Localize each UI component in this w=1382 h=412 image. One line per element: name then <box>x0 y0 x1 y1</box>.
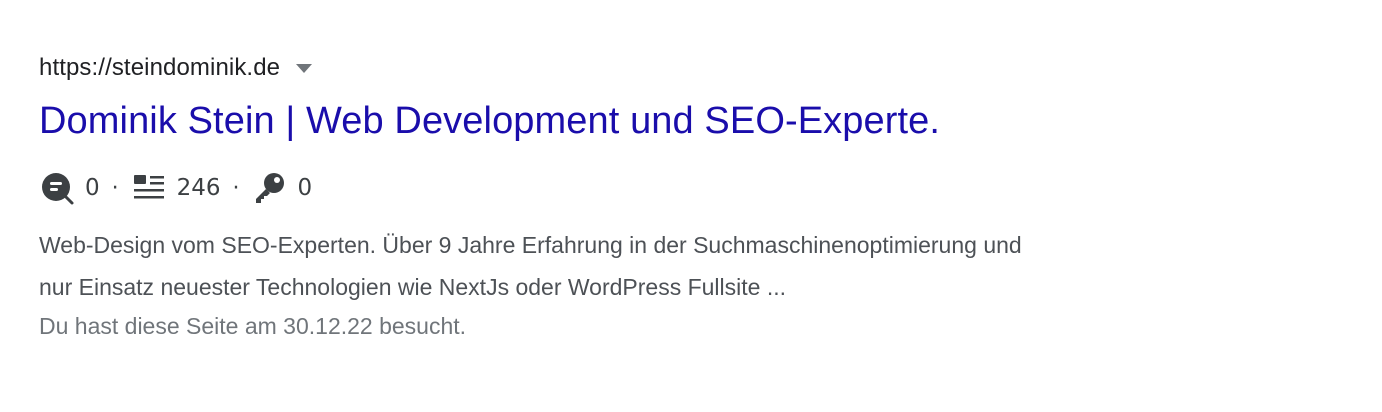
comments-count: 0 <box>85 175 100 201</box>
separator-dot: · <box>232 175 240 201</box>
lines-count: 246 <box>176 175 221 201</box>
comment-search-icon <box>39 170 75 206</box>
key-icon <box>252 170 288 206</box>
list-lines-icon <box>131 170 167 206</box>
seo-stats-row: 0 · 246 · 0 <box>39 170 312 206</box>
result-snippet: Web-Design vom SEO-Experten. Über 9 Jahr… <box>39 224 1259 308</box>
keywords-count: 0 <box>297 175 313 201</box>
separator-dot: · <box>111 175 119 201</box>
snippet-line: nur Einsatz neuester Technologien wie Ne… <box>39 274 787 300</box>
result-url-row: https://steindominik.de <box>39 53 313 83</box>
snippet-line: Web-Design vom SEO-Experten. Über 9 Jahr… <box>39 232 1022 258</box>
chevron-down-icon[interactable] <box>296 63 313 73</box>
result-title-link[interactable]: Dominik Stein | Web Development und SEO-… <box>39 100 940 143</box>
visited-note: Du hast diese Seite am 30.12.22 besucht. <box>39 313 467 339</box>
result-url[interactable]: https://steindominik.de <box>39 54 280 82</box>
